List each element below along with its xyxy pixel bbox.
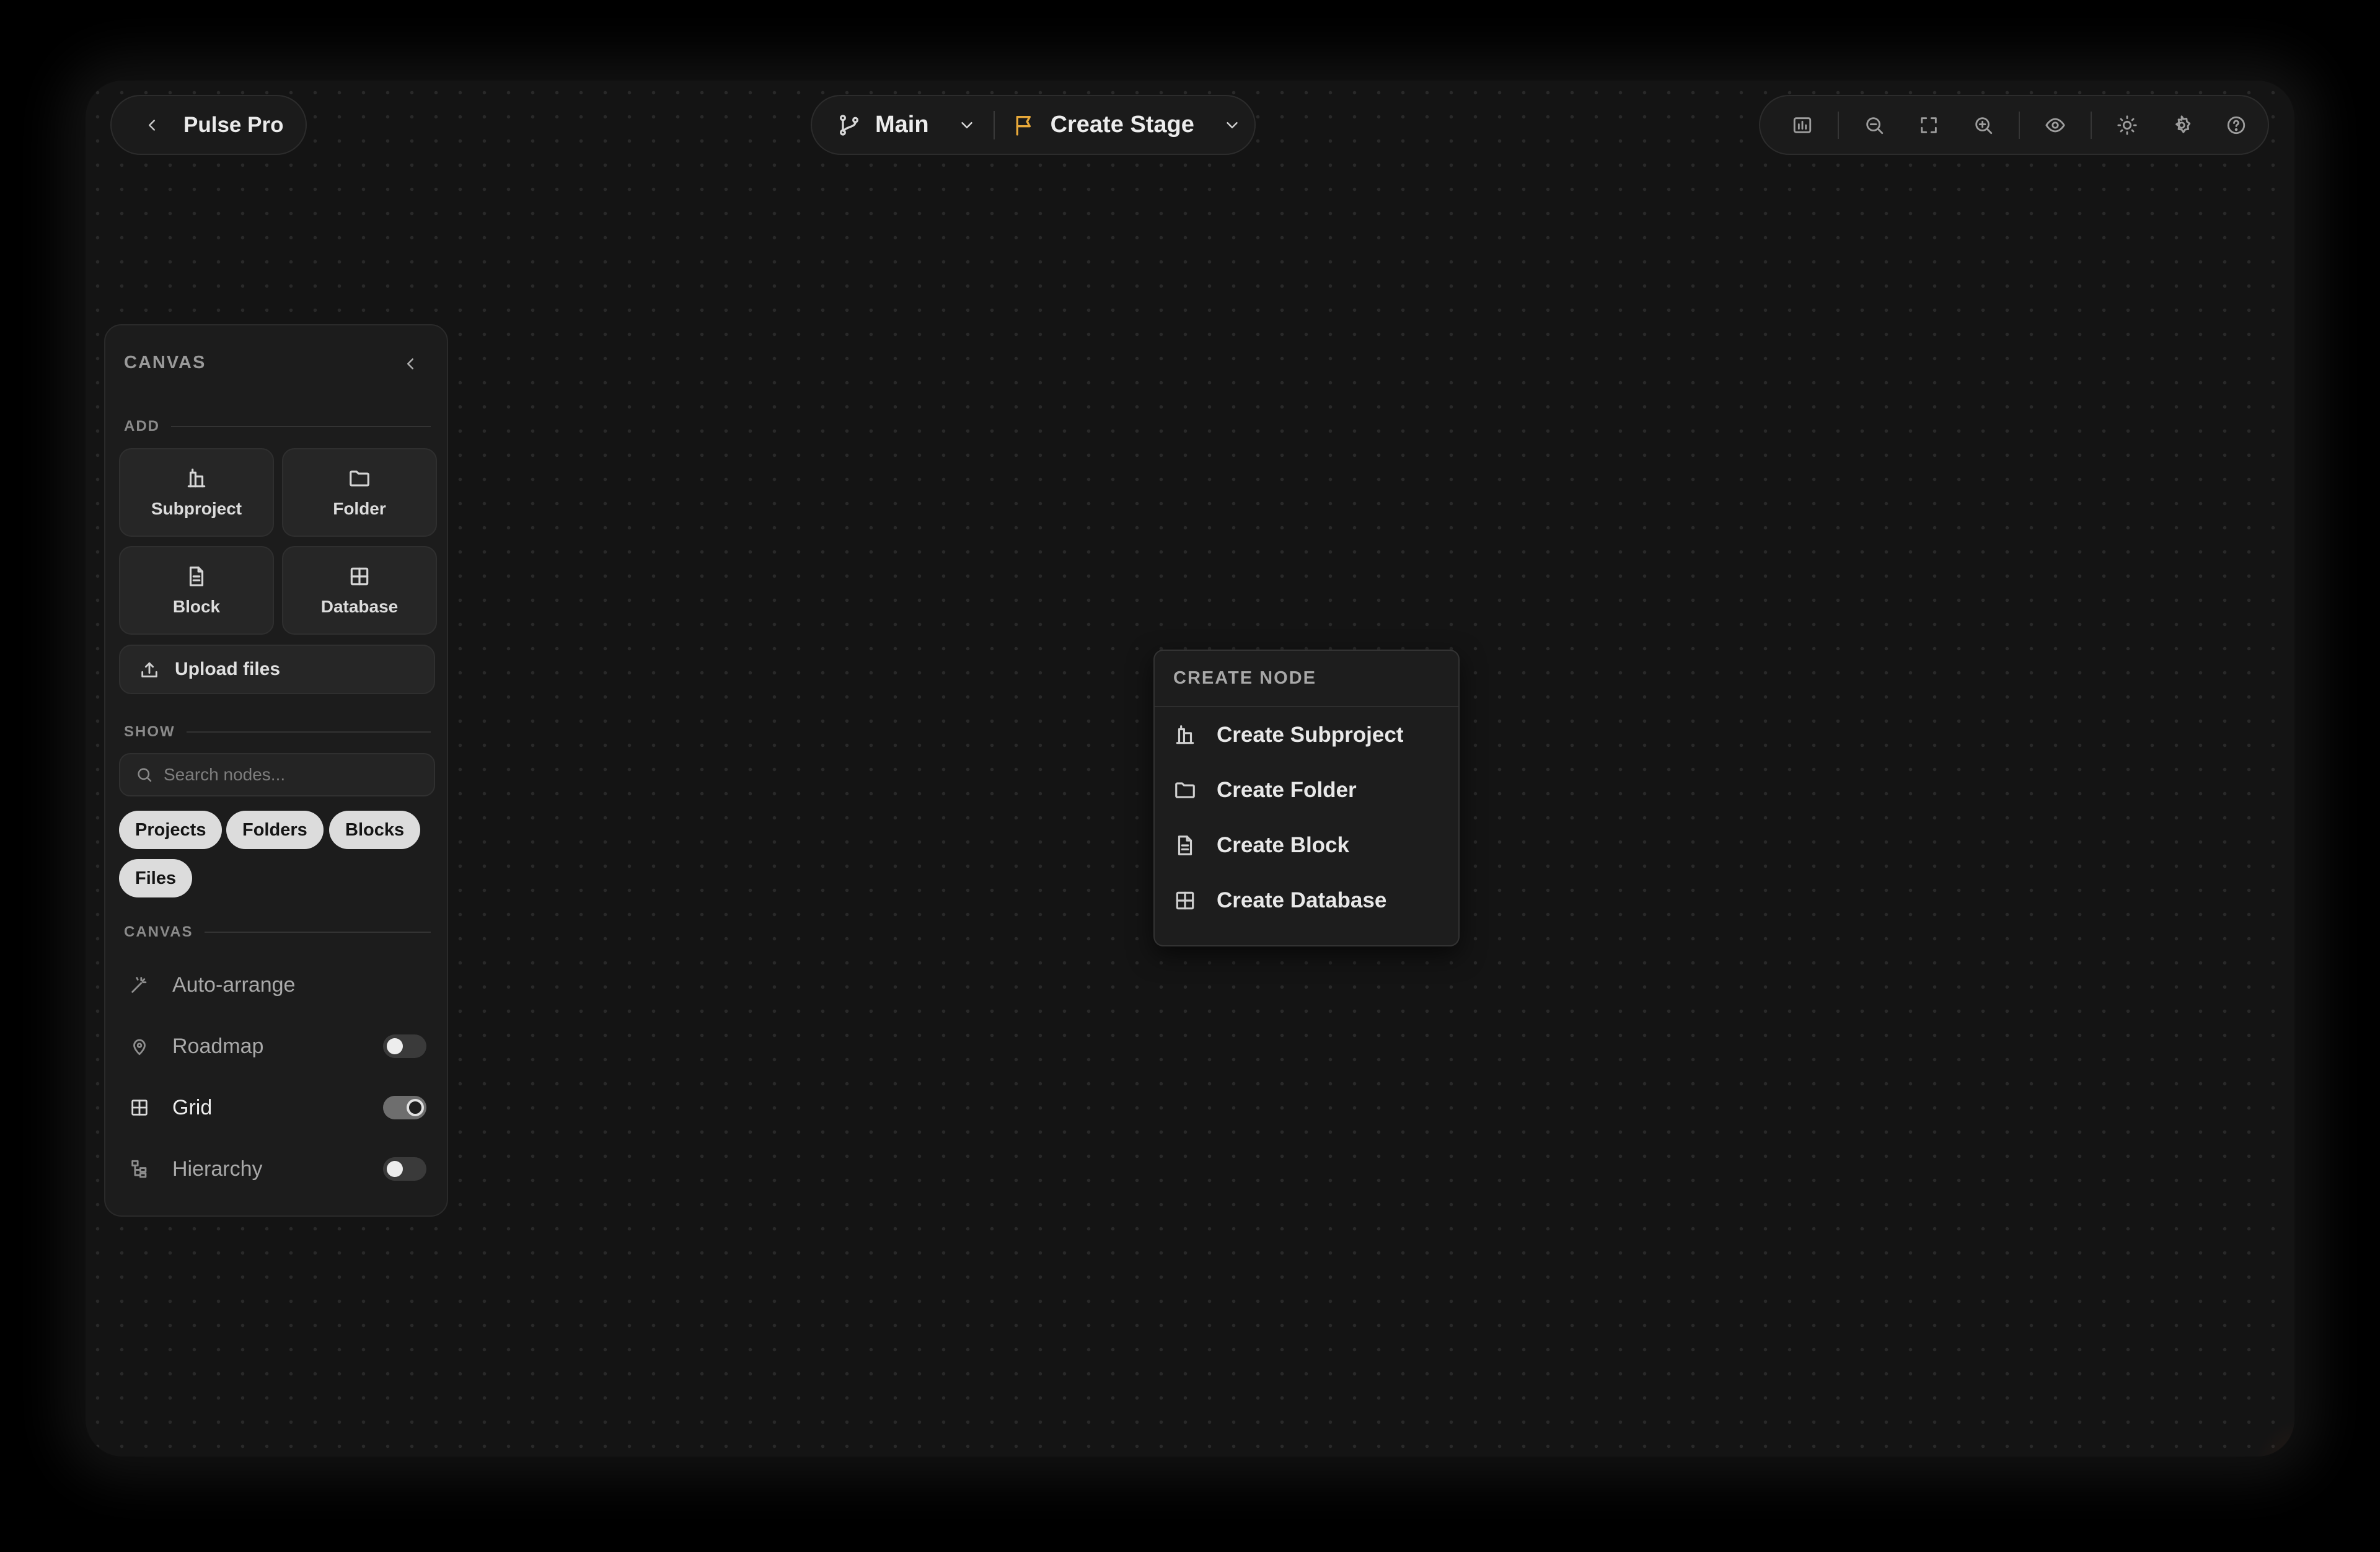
bottom-glow: [2255, 1419, 2294, 1457]
menu-item-label: Create Block: [1217, 832, 1349, 857]
table-icon: [348, 565, 371, 588]
flag-icon: [1012, 113, 1037, 138]
chart-icon[interactable]: [1787, 110, 1817, 140]
menu-item-create-folder[interactable]: Create Folder: [1155, 762, 1458, 818]
create-node-menu: CREATE NODE Create Subproject Create Fol…: [1153, 650, 1460, 946]
menu-item-create-subproject[interactable]: Create Subproject: [1155, 707, 1458, 762]
wand-icon: [129, 974, 150, 995]
folder-icon: [348, 467, 371, 490]
roadmap-option: Roadmap: [129, 1028, 426, 1065]
git-branch-icon: [837, 113, 862, 138]
add-database-tile[interactable]: Database: [282, 546, 437, 635]
menu-title: CREATE NODE: [1155, 651, 1458, 707]
divider: [1838, 111, 1839, 139]
document-icon: [185, 565, 208, 588]
option-label: Roadmap: [172, 1034, 264, 1058]
menu-item-create-database[interactable]: Create Database: [1155, 873, 1458, 928]
grid-option: Grid: [129, 1089, 426, 1126]
back-to-project-button[interactable]: Pulse Pro: [110, 95, 307, 155]
search-nodes-field: [119, 753, 435, 796]
grid-icon: [129, 1097, 150, 1118]
canvas-panel: CANVAS ADD Subproject Folder Block Datab…: [104, 324, 448, 1217]
roadmap-icon: [129, 1036, 150, 1057]
zoom-in-icon[interactable]: [1968, 110, 1998, 140]
filter-chip-folders[interactable]: Folders: [226, 811, 324, 849]
filter-chip-projects[interactable]: Projects: [119, 811, 223, 849]
zoom-out-icon[interactable]: [1859, 110, 1889, 140]
roadmap-toggle[interactable]: [383, 1034, 426, 1058]
menu-item-label: Create Database: [1217, 888, 1387, 912]
auto-arrange-option[interactable]: Auto-arrange: [129, 966, 426, 1003]
hierarchy-icon: [129, 1158, 150, 1179]
grid-toggle[interactable]: [383, 1096, 426, 1119]
add-section-label: ADD: [124, 418, 431, 435]
fit-screen-icon[interactable]: [1914, 110, 1944, 140]
document-icon: [1173, 834, 1197, 857]
subproject-icon: [1173, 723, 1197, 747]
tile-label: Database: [320, 596, 399, 616]
tile-label: Subproject: [151, 498, 242, 518]
menu-item-label: Create Folder: [1217, 777, 1357, 802]
filter-chip-files[interactable]: Files: [119, 859, 193, 897]
upload-label: Upload files: [175, 659, 281, 679]
chevron-left-icon: [401, 355, 420, 373]
chevron-down-icon: [943, 116, 976, 134]
show-section-label: SHOW: [124, 723, 431, 741]
option-label: Grid: [172, 1095, 213, 1119]
divider: [2091, 111, 2092, 139]
help-icon[interactable]: [2221, 110, 2251, 140]
branch-stage-selector: Main Create Stage: [811, 95, 1256, 155]
chevron-down-icon: [1208, 116, 1241, 134]
option-label: Hierarchy: [172, 1157, 263, 1181]
add-folder-tile[interactable]: Folder: [282, 448, 437, 537]
upload-icon: [139, 659, 160, 680]
toggle-knob: [387, 1161, 403, 1177]
branch-dropdown[interactable]: Main: [837, 112, 976, 138]
eye-icon[interactable]: [2040, 110, 2070, 140]
subproject-icon: [185, 467, 208, 490]
sun-icon[interactable]: [2112, 110, 2142, 140]
option-label: Auto-arrange: [172, 972, 296, 997]
project-name: Pulse Pro: [183, 112, 284, 137]
toggle-knob: [407, 1099, 424, 1116]
table-icon: [1173, 889, 1197, 912]
add-subproject-tile[interactable]: Subproject: [119, 448, 274, 537]
divider: [993, 110, 995, 139]
filter-chip-blocks[interactable]: Blocks: [329, 811, 421, 849]
divider: [2019, 111, 2020, 139]
tile-label: Block: [172, 596, 221, 616]
add-block-tile[interactable]: Block: [119, 546, 274, 635]
folder-icon: [1173, 778, 1197, 802]
view-toolbar: [1759, 95, 2269, 155]
settings-icon[interactable]: [2167, 110, 2197, 140]
stage-name: Create Stage: [1050, 112, 1194, 138]
branch-name: Main: [875, 112, 929, 138]
search-icon: [135, 765, 154, 784]
menu-item-label: Create Subproject: [1217, 722, 1404, 747]
upload-files-button[interactable]: Upload files: [119, 645, 435, 694]
toggle-knob: [387, 1038, 403, 1054]
hierarchy-toggle[interactable]: [383, 1157, 426, 1181]
search-nodes-input[interactable]: [164, 765, 424, 785]
canvas-section-label: CANVAS: [124, 924, 431, 941]
hierarchy-option: Hierarchy: [129, 1150, 426, 1188]
panel-title: CANVAS: [124, 353, 206, 373]
chevron-left-icon: [143, 116, 161, 134]
stage-dropdown[interactable]: Create Stage: [1012, 112, 1241, 138]
menu-item-create-block[interactable]: Create Block: [1155, 818, 1458, 873]
collapse-panel-button[interactable]: [397, 350, 424, 377]
tile-label: Folder: [333, 498, 386, 518]
